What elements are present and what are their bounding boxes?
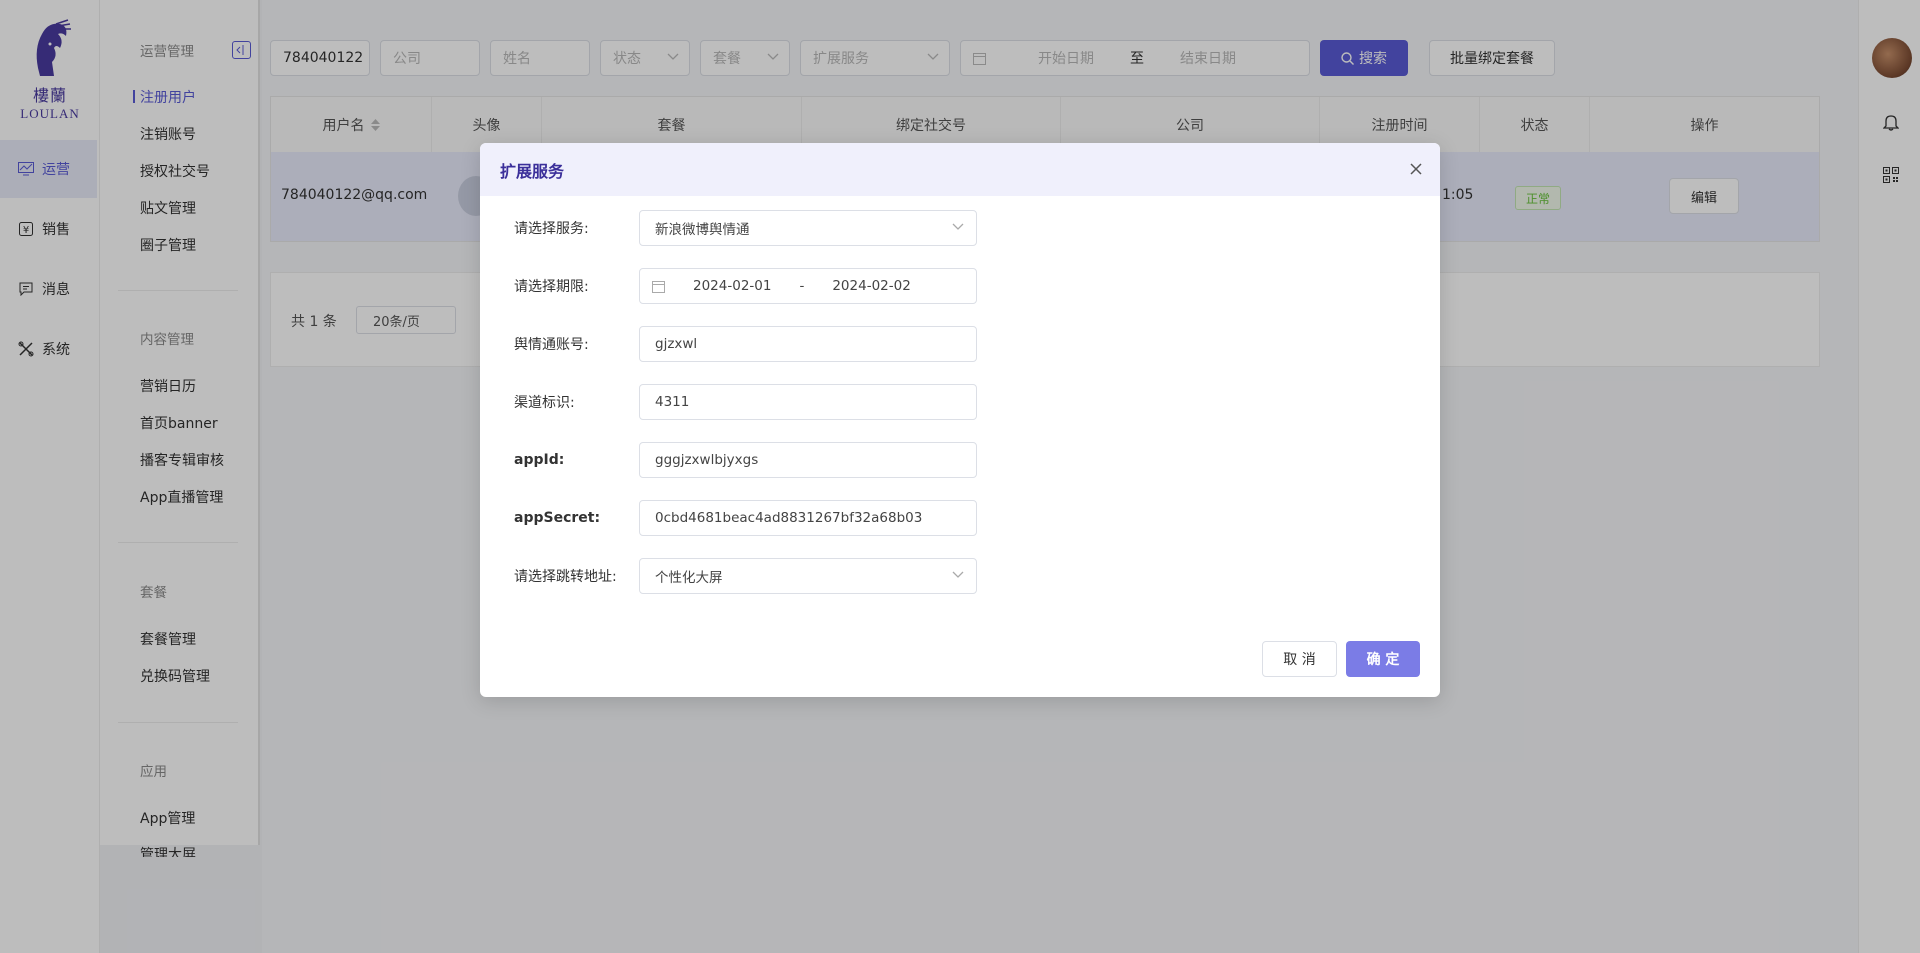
form-row-redirect: 请选择跳转地址: 个性化大屏 [514, 558, 977, 594]
account-value: gjzxwl [655, 336, 698, 352]
appsecret-value: 0cbd4681beac4ad8831267bf32a68b03 [655, 510, 923, 526]
form-row-appid: appId: gggjzxwlbjyxgs [514, 442, 977, 478]
chevron-down-icon [952, 223, 964, 230]
appid-label: appId: [514, 452, 565, 468]
dialog-header: 扩展服务 [480, 143, 1440, 196]
form-row-channel: 渠道标识: 4311 [514, 384, 977, 420]
channel-input[interactable]: 4311 [639, 384, 977, 420]
service-label: 请选择服务: [514, 221, 589, 237]
redirect-value: 个性化大屏 [655, 570, 723, 586]
appsecret-input[interactable]: 0cbd4681beac4ad8831267bf32a68b03 [639, 500, 977, 536]
close-icon[interactable] [1408, 161, 1424, 177]
period-date-range[interactable]: 2024-02-01 - 2024-02-02 [639, 268, 977, 304]
form-row-service: 请选择服务: 新浪微博舆情通 [514, 210, 977, 246]
chevron-down-icon [952, 571, 964, 578]
confirm-button[interactable]: 确 定 [1346, 641, 1420, 677]
channel-label: 渠道标识: [514, 395, 575, 411]
appsecret-label: appSecret: [514, 510, 601, 526]
dialog-title: 扩展服务 [500, 161, 565, 181]
period-start: 2024-02-01 [693, 278, 772, 294]
account-label: 舆情通账号: [514, 337, 589, 353]
redirect-label: 请选择跳转地址: [514, 569, 617, 585]
calendar-icon [652, 280, 665, 293]
period-label: 请选择期限: [514, 279, 589, 295]
service-select[interactable]: 新浪微博舆情通 [639, 210, 977, 246]
period-separator: - [799, 278, 805, 294]
appid-value: gggjzxwlbjyxgs [655, 452, 759, 468]
period-end: 2024-02-02 [832, 278, 911, 294]
cancel-button[interactable]: 取 消 [1262, 641, 1337, 677]
form-row-appsecret: appSecret: 0cbd4681beac4ad8831267bf32a68… [514, 500, 977, 536]
extended-service-dialog: 扩展服务 请选择服务: 新浪微博舆情通 请选择期限: 2024-02-01 - … [480, 143, 1440, 697]
redirect-select[interactable]: 个性化大屏 [639, 558, 977, 594]
form-row-account: 舆情通账号: gjzxwl [514, 326, 977, 362]
account-input[interactable]: gjzxwl [639, 326, 977, 362]
appid-input[interactable]: gggjzxwlbjyxgs [639, 442, 977, 478]
channel-value: 4311 [655, 394, 690, 410]
form-row-period: 请选择期限: 2024-02-01 - 2024-02-02 [514, 268, 977, 304]
service-value: 新浪微博舆情通 [655, 222, 750, 238]
